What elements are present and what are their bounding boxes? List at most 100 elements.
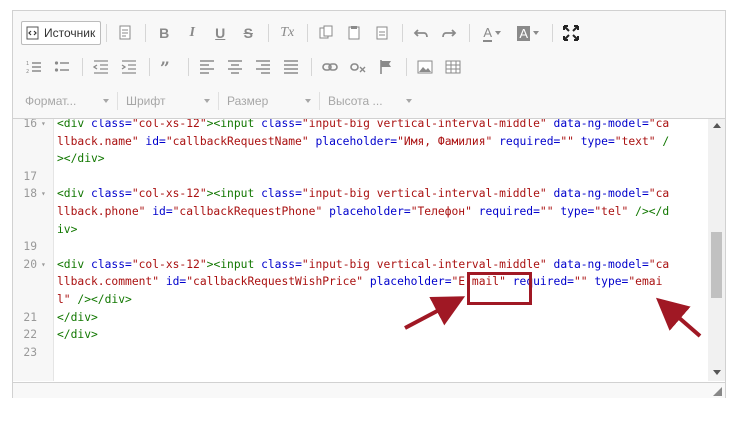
underline-button[interactable]: U [207, 21, 233, 45]
code-line: l" /></div> [13, 291, 713, 309]
strikethrough-button[interactable]: S [235, 21, 261, 45]
code-token-tag: <div [57, 119, 92, 130]
bold-button[interactable]: B [151, 21, 177, 45]
code-token-str: "callbackRequestWishPrice" [186, 275, 370, 289]
link-button[interactable] [317, 55, 343, 79]
text-color-button[interactable]: A [475, 21, 509, 45]
code-text: <div class="col-xs-12"><input class="inp… [57, 119, 669, 133]
line-number: 21 [23, 310, 37, 324]
code-token-str: "input-big vertical-interval-middle" [301, 187, 554, 201]
vertical-scrollbar[interactable] [708, 119, 725, 381]
fold-arrow-icon[interactable]: ▾ [41, 119, 46, 133]
combo-line-height[interactable]: Высота ... [324, 90, 416, 112]
code-token-tag: / [662, 134, 670, 148]
code-token-attr: placeholder= [315, 134, 398, 148]
toolbar-separator [268, 24, 270, 42]
combo-size[interactable]: Размер [223, 90, 315, 112]
align-center-icon [228, 60, 242, 74]
unlink-button[interactable] [345, 55, 371, 79]
justify-button[interactable] [278, 55, 304, 79]
source-icon [26, 26, 39, 40]
scroll-down-arrow-icon[interactable] [713, 370, 721, 375]
code-line: 20 ▾ <div class="col-xs-12"><input class="… [13, 256, 713, 274]
outdent-icon [93, 60, 108, 74]
code-token-attr: data-ng-model= [553, 119, 649, 130]
outdent-button[interactable] [88, 55, 114, 79]
copy-button[interactable] [313, 21, 339, 45]
editor-statusbar [13, 382, 725, 398]
code-token-str: "" [573, 275, 595, 289]
resize-handle-icon[interactable] [713, 387, 722, 396]
toolbar-row-3: Формат... Шрифт Размер Высота ... [21, 88, 416, 114]
table-icon [445, 60, 461, 74]
code-token-str: "callbackRequestName" [165, 134, 316, 148]
source-code-area[interactable]: 16 ▾ <div class="col-xs-12"><input class="… [13, 119, 725, 381]
code-token-str: "Имя, Фамилия" [397, 134, 500, 148]
code-token-str: "ca [648, 187, 670, 201]
toolbar-separator [469, 24, 471, 42]
line-number: 22 [23, 328, 37, 342]
document-button[interactable] [112, 21, 138, 45]
code-token-attr: required= [478, 205, 540, 218]
blockquote-button[interactable]: ” [155, 55, 181, 79]
paste-text-button[interactable] [369, 21, 395, 45]
redo-button[interactable] [436, 21, 462, 45]
code-token-attr: class= [261, 187, 302, 201]
code-token-str: l" [57, 293, 78, 306]
code-text: </div> [57, 309, 98, 327]
code-text: llback.name" id="callbackRequestName" pl… [57, 133, 669, 151]
code-token-attr: data-ng-model= [553, 257, 649, 271]
paste-button[interactable] [341, 21, 367, 45]
anchor-button[interactable] [373, 55, 399, 79]
align-left-button[interactable] [194, 55, 220, 79]
code-text: iv> [57, 221, 77, 239]
code-token-attr: class= [91, 257, 132, 271]
underline-icon: U [215, 25, 226, 41]
undo-icon [413, 29, 429, 38]
code-token-str: "callbackRequestPhone" [172, 205, 330, 218]
maximize-button[interactable] [558, 21, 584, 45]
fold-arrow-icon[interactable]: ▾ [41, 256, 46, 274]
background-color-icon: A [517, 25, 531, 41]
source-button[interactable]: Источник [21, 21, 102, 45]
numbered-list-button[interactable]: 12 [21, 55, 47, 79]
code-token-tag: ><input [206, 119, 262, 130]
combo-font[interactable]: Шрифт [122, 90, 214, 112]
code-token-tag: </div> [57, 310, 98, 324]
code-token-attr: data-ng-model= [553, 187, 649, 201]
code-token-str: "tel" [594, 205, 636, 218]
indent-button[interactable] [116, 55, 142, 79]
scroll-up-arrow-icon[interactable] [713, 123, 721, 128]
code-token-attr: class= [91, 187, 132, 201]
combo-format[interactable]: Формат... [21, 90, 113, 112]
code-text: l" /></div> [57, 291, 132, 309]
image-button[interactable] [412, 55, 438, 79]
code-token-str: llback.comment" [57, 275, 166, 289]
code-token-attr: id= [152, 205, 173, 218]
align-right-button[interactable] [250, 55, 276, 79]
code-text: ></div> [57, 150, 105, 168]
table-button[interactable] [440, 55, 466, 79]
background-color-button[interactable]: A [511, 21, 545, 45]
code-token-tag: iv> [57, 222, 78, 236]
toolbar-separator [311, 58, 312, 76]
scroll-thumb[interactable] [711, 232, 722, 298]
code-token-attr: id= [145, 134, 166, 148]
toolbar-separator [307, 24, 309, 42]
code-line: 23 [13, 344, 713, 362]
code-line: llback.comment" id="callbackRequestWishP… [13, 273, 713, 291]
code-token-attr: placeholder= [369, 275, 452, 289]
align-center-button[interactable] [222, 55, 248, 79]
italic-button[interactable]: I [179, 21, 205, 45]
undo-button[interactable] [408, 21, 434, 45]
paste-icon [348, 26, 360, 40]
bulleted-list-button[interactable] [49, 55, 75, 79]
remove-format-button[interactable]: Tx [274, 21, 300, 45]
email-placeholder-highlight-box [467, 272, 532, 305]
code-text: <div class="col-xs-12"><input class="inp… [57, 185, 669, 203]
fold-arrow-icon[interactable]: ▾ [41, 185, 46, 203]
line-number: 19 [23, 240, 37, 254]
toolbar-separator [406, 58, 407, 76]
dropdown-arrow-icon [406, 99, 412, 103]
svg-text:2: 2 [26, 69, 29, 75]
